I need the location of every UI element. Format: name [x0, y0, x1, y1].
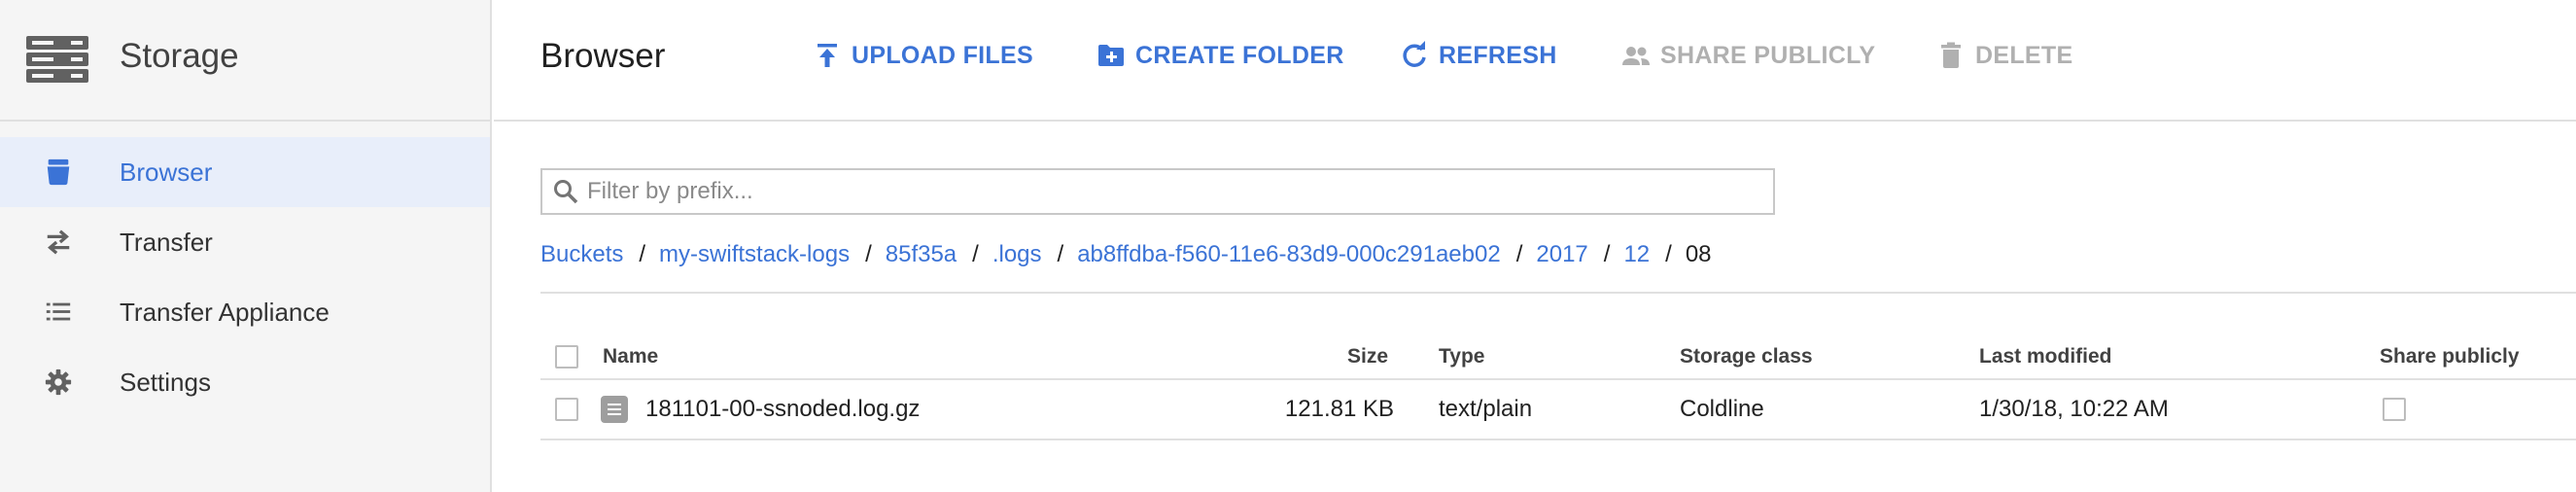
- file-last-modified: 1/30/18, 10:22 AM: [1979, 396, 2169, 422]
- row-checkbox[interactable]: [555, 398, 578, 421]
- column-header-name[interactable]: Name: [603, 345, 658, 369]
- column-header-share-publicly: Share publicly: [2380, 345, 2520, 368]
- breadcrumb-separator: /: [1603, 241, 1611, 267]
- share-publicly-checkbox[interactable]: [2383, 398, 2406, 421]
- sidebar-item-label: Transfer Appliance: [120, 297, 330, 327]
- select-all-checkbox[interactable]: [555, 345, 578, 369]
- refresh-button[interactable]: REFRESH: [1400, 41, 1557, 70]
- sidebar-item-transfer-appliance[interactable]: Transfer Appliance: [0, 277, 490, 347]
- breadcrumb: Buckets / my-swiftstack-logs / 85f35a / …: [540, 241, 1712, 268]
- refresh-icon: [1403, 41, 1426, 67]
- storage-logo-icon: [26, 36, 88, 83]
- create-folder-button[interactable]: CREATE FOLDER: [1097, 41, 1344, 70]
- file-name[interactable]: 181101-00-ssnoded.log.gz: [645, 396, 920, 423]
- main-content: Browser UPLOAD FILES CREATE FOLDER REFRE…: [494, 0, 2576, 492]
- table-header: Name Size Type Storage class Last modifi…: [540, 335, 2576, 380]
- share-publicly-label: SHARE PUBLICLY: [1660, 41, 1876, 69]
- column-header-last-modified[interactable]: Last modified: [1979, 345, 2112, 369]
- swap-arrows-icon: [43, 227, 74, 258]
- breadcrumb-separator: /: [972, 241, 979, 267]
- share-people-icon: [1622, 47, 1650, 65]
- breadcrumb-separator: /: [1665, 241, 1672, 267]
- trash-icon: [1941, 42, 1961, 68]
- toolbar: Browser UPLOAD FILES CREATE FOLDER REFRE…: [494, 0, 2576, 122]
- objects-table: Name Size Type Storage class Last modifi…: [540, 335, 2576, 440]
- file-icon: [601, 396, 628, 423]
- breadcrumb-item-folder[interactable]: .logs: [992, 241, 1042, 268]
- breadcrumb-item-buckets[interactable]: Buckets: [540, 241, 623, 268]
- delete-label: DELETE: [1975, 41, 2073, 69]
- breadcrumb-separator: /: [865, 241, 872, 267]
- search-icon: [554, 180, 578, 204]
- gear-icon: [43, 367, 74, 398]
- table-row[interactable]: 181101-00-ssnoded.log.gz 121.81 KB text/…: [540, 380, 2576, 440]
- page-title: Browser: [540, 37, 666, 75]
- divider: [540, 292, 2576, 294]
- sidebar: Storage Browser Transfer Transfer Applia…: [0, 0, 492, 492]
- upload-icon: [818, 44, 837, 67]
- breadcrumb-separator: /: [1515, 241, 1523, 267]
- column-header-type[interactable]: Type: [1439, 345, 1484, 369]
- list-icon: [43, 297, 74, 328]
- refresh-label: REFRESH: [1439, 41, 1557, 69]
- sidebar-item-label: Transfer: [120, 227, 213, 257]
- sidebar-item-browser[interactable]: Browser: [0, 137, 490, 207]
- breadcrumb-item-folder[interactable]: ab8ffdba-f560-11e6-83d9-000c291aeb02: [1077, 241, 1501, 268]
- breadcrumb-item-folder[interactable]: 2017: [1536, 241, 1587, 268]
- sidebar-item-transfer[interactable]: Transfer: [0, 207, 490, 277]
- create-folder-icon: [1098, 45, 1124, 66]
- breadcrumb-item-folder[interactable]: 12: [1623, 241, 1650, 268]
- breadcrumb-item-bucket[interactable]: my-swiftstack-logs: [659, 241, 850, 268]
- upload-files-label: UPLOAD FILES: [852, 41, 1033, 69]
- sidebar-nav: Browser Transfer Transfer Appliance Sett…: [0, 137, 490, 417]
- filter-box: [540, 168, 1775, 215]
- share-publicly-button[interactable]: SHARE PUBLICLY: [1621, 41, 1875, 70]
- column-header-size[interactable]: Size: [1347, 345, 1388, 369]
- file-type: text/plain: [1439, 396, 1533, 422]
- product-title: Storage: [120, 37, 239, 75]
- delete-button[interactable]: DELETE: [1936, 41, 2072, 70]
- filter-input[interactable]: [587, 178, 1754, 205]
- sidebar-item-label: Browser: [120, 157, 213, 187]
- bucket-icon: [43, 157, 74, 188]
- column-header-storage-class[interactable]: Storage class: [1680, 345, 1813, 369]
- sidebar-header: Storage: [0, 0, 490, 122]
- breadcrumb-item-current: 08: [1685, 241, 1712, 267]
- file-storage-class: Coldline: [1680, 396, 1764, 422]
- sidebar-item-label: Settings: [120, 367, 211, 397]
- breadcrumb-separator: /: [639, 241, 646, 267]
- file-size: 121.81 KB: [1284, 396, 1394, 422]
- breadcrumb-item-folder[interactable]: 85f35a: [886, 241, 957, 268]
- breadcrumb-separator: /: [1057, 241, 1064, 267]
- create-folder-label: CREATE FOLDER: [1135, 41, 1344, 69]
- sidebar-item-settings[interactable]: Settings: [0, 347, 490, 417]
- upload-files-button[interactable]: UPLOAD FILES: [813, 41, 1033, 70]
